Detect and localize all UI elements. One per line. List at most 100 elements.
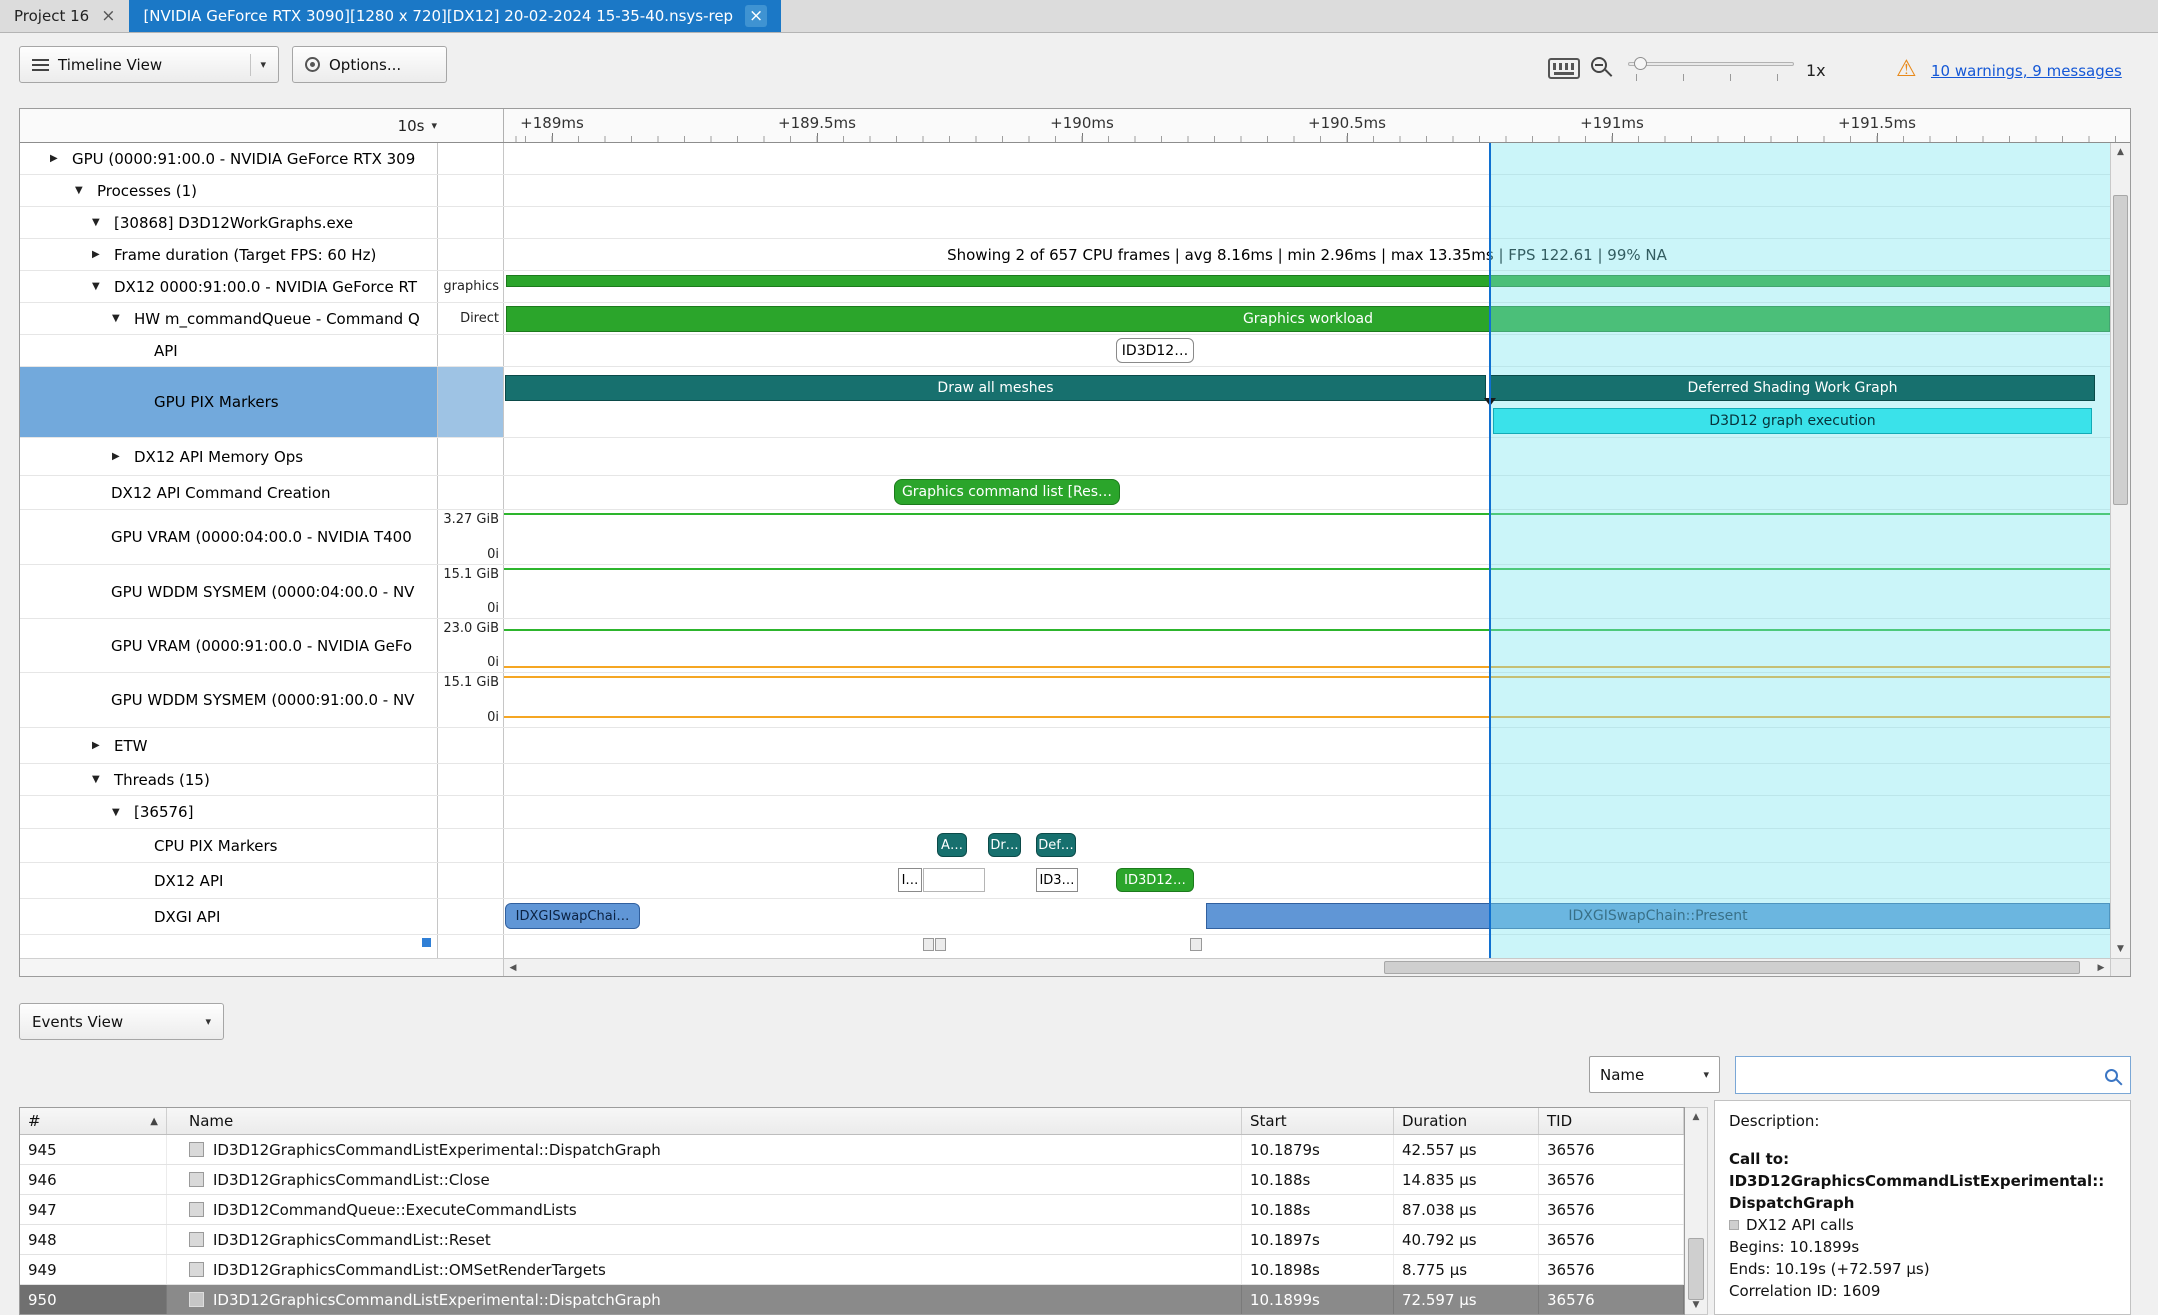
expander-icon[interactable]: ▼ bbox=[112, 807, 134, 818]
graphics-workload-bar[interactable]: Graphics workload bbox=[506, 306, 2110, 332]
track-name-cell: ▶ DX12 API Memory Ops bbox=[20, 438, 438, 475]
expander-icon[interactable]: ▼ bbox=[75, 185, 97, 196]
filter-column-dropdown[interactable]: Name ▾ bbox=[1589, 1056, 1720, 1093]
timeline-row-command-creation[interactable]: DX12 API Command Creation Graphics comma… bbox=[20, 476, 2110, 510]
tick-label: +189ms bbox=[520, 114, 584, 132]
timeline-row-dx12-device[interactable]: ▼ DX12 0000:91:00.0 - NVIDIA GeForce RT … bbox=[20, 271, 2110, 303]
dx12-call-box-2[interactable]: ID3… bbox=[1036, 868, 1078, 892]
timeline-row-thread-36576[interactable]: ▼ [36576] bbox=[20, 796, 2110, 829]
keyboard-icon[interactable] bbox=[1548, 58, 1580, 79]
view-selector-dropdown[interactable]: Timeline View ▾ bbox=[19, 46, 279, 83]
column-label: # bbox=[28, 1112, 41, 1130]
event-row-949[interactable]: 949 ID3D12GraphicsCommandList::OMSetRend… bbox=[20, 1255, 1684, 1285]
timeline-row-process-30868[interactable]: ▼ [30868] D3D12WorkGraphs.exe bbox=[20, 207, 2110, 239]
dx12-call-box-group[interactable] bbox=[923, 868, 985, 892]
timeline-row-gpu-device[interactable]: ▶ GPU (0000:91:00.0 - NVIDIA GeForce RTX… bbox=[20, 143, 2110, 175]
column-header-start[interactable]: Start bbox=[1242, 1108, 1394, 1134]
search-input[interactable] bbox=[1744, 1057, 2105, 1093]
cpu-pix-marker-2[interactable]: Dr… bbox=[988, 833, 1021, 857]
dxgi-swapchain-box[interactable]: IDXGISwapChai… bbox=[505, 903, 640, 929]
timeline-row-cpu-pix-markers[interactable]: CPU PIX Markers A… Dr… Def… bbox=[20, 829, 2110, 863]
cpu-pix-marker-3[interactable]: Def… bbox=[1036, 833, 1076, 857]
timeline-row-wddm-sysmem-91[interactable]: GPU WDDM SYSMEM (0000:91:00.0 - NV 15.1 … bbox=[20, 673, 2110, 728]
timeline-row-etw[interactable]: ▶ ETW bbox=[20, 728, 2110, 764]
event-mark[interactable] bbox=[1190, 938, 1202, 951]
scroll-up-icon[interactable]: ▲ bbox=[1685, 1108, 1707, 1126]
timeline-row-wddm-sysmem-04[interactable]: GPU WDDM SYSMEM (0000:04:00.0 - NV 15.1 … bbox=[20, 565, 2110, 619]
event-row-946[interactable]: 946 ID3D12GraphicsCommandList::Close 10.… bbox=[20, 1165, 1684, 1195]
column-header-duration[interactable]: Duration bbox=[1394, 1108, 1539, 1134]
dx12-call-box-1[interactable]: I… bbox=[898, 868, 922, 892]
column-header-name[interactable]: Name bbox=[167, 1108, 1242, 1134]
deferred-shading-marker[interactable]: Deferred Shading Work Graph bbox=[1490, 375, 2095, 401]
scroll-right-icon[interactable]: ▶ bbox=[2092, 959, 2110, 976]
timeline-row-dx12-api[interactable]: DX12 API I… ID3… ID3D12… bbox=[20, 863, 2110, 899]
dx12-call-box-3[interactable]: ID3D12… bbox=[1116, 868, 1194, 892]
event-mark[interactable] bbox=[935, 938, 946, 951]
timeline-cursor[interactable] bbox=[1489, 143, 1491, 958]
event-row-948[interactable]: 948 ID3D12GraphicsCommandList::Reset 10.… bbox=[20, 1225, 1684, 1255]
expander-icon[interactable]: ▼ bbox=[92, 281, 114, 292]
timeline-row-gpu-vram-t400[interactable]: GPU VRAM (0000:04:00.0 - NVIDIA T400 3.2… bbox=[20, 510, 2110, 565]
event-mark[interactable] bbox=[923, 938, 934, 951]
events-vertical-scrollbar[interactable]: ▲ ▼ bbox=[1685, 1107, 1708, 1315]
timescale-dropdown[interactable]: 10s ▾ bbox=[20, 109, 504, 142]
scroll-down-icon[interactable]: ▼ bbox=[1685, 1296, 1707, 1314]
timeline-row-gpu-pix-markers[interactable]: GPU PIX Markers Draw all meshes Deferred… bbox=[20, 367, 2110, 438]
graphics-track-bar[interactable] bbox=[506, 275, 2110, 287]
scrollbar-thumb[interactable] bbox=[1688, 1238, 1704, 1300]
track-name-cell: DXGI API bbox=[20, 899, 438, 934]
timeline-row-partial[interactable] bbox=[20, 935, 2110, 958]
d3d12-graph-execution-bar[interactable]: D3D12 graph execution bbox=[1493, 408, 2092, 434]
event-num: 945 bbox=[20, 1135, 167, 1164]
scroll-down-icon[interactable]: ▼ bbox=[2111, 940, 2130, 958]
timeline-row-gpu-vram-91[interactable]: GPU VRAM (0000:91:00.0 - NVIDIA GeFo 23.… bbox=[20, 619, 2110, 673]
search-icon[interactable] bbox=[2105, 1069, 2118, 1082]
timeline-vertical-scrollbar[interactable]: ▲ ▼ bbox=[2110, 143, 2130, 958]
column-header-tid[interactable]: TID bbox=[1539, 1108, 1684, 1134]
timeline-row-frame-duration[interactable]: ▶ Frame duration (Target FPS: 60 Hz) Sho… bbox=[20, 239, 2110, 271]
expander-icon[interactable]: ▶ bbox=[50, 153, 72, 164]
timeline-row-memory-ops[interactable]: ▶ DX12 API Memory Ops bbox=[20, 438, 2110, 476]
zoom-slider[interactable] bbox=[1628, 62, 1794, 81]
events-search-box[interactable] bbox=[1735, 1056, 2131, 1094]
draw-all-meshes-marker[interactable]: Draw all meshes bbox=[505, 375, 1486, 401]
event-row-947[interactable]: 947 ID3D12CommandQueue::ExecuteCommandLi… bbox=[20, 1195, 1684, 1225]
expander-icon[interactable]: ▼ bbox=[92, 774, 114, 785]
scrollbar-thumb[interactable] bbox=[1384, 961, 2080, 974]
timeline-row-threads[interactable]: ▼ Threads (15) bbox=[20, 764, 2110, 796]
timeline-row-processes[interactable]: ▼ Processes (1) bbox=[20, 175, 2110, 207]
slider-track[interactable] bbox=[1628, 62, 1794, 66]
expander-icon[interactable]: ▼ bbox=[92, 217, 114, 228]
timeline-row-command-queue[interactable]: ▼ HW m_commandQueue - Command Q Direct G… bbox=[20, 303, 2110, 335]
event-row-950-selected[interactable]: 950 ID3D12GraphicsCommandListExperimenta… bbox=[20, 1285, 1684, 1315]
track-value-cell bbox=[438, 438, 504, 475]
timeline-row-dxgi-api[interactable]: DXGI API IDXGISwapChai… IDXGISwapChain::… bbox=[20, 899, 2110, 935]
expander-icon[interactable]: ▼ bbox=[112, 313, 134, 324]
expander-icon[interactable]: ▶ bbox=[92, 740, 114, 751]
options-button[interactable]: Options... bbox=[292, 46, 447, 83]
expander-icon[interactable]: ▶ bbox=[112, 451, 134, 462]
events-view-dropdown[interactable]: Events View ▾ bbox=[19, 1003, 224, 1040]
timeline-horizontal-scrollbar[interactable]: ◀ ▶ bbox=[504, 958, 2110, 976]
cpu-pix-marker-1[interactable]: A… bbox=[937, 833, 967, 857]
timeline-row-api[interactable]: API ID3D12… bbox=[20, 335, 2110, 367]
api-call-box[interactable]: ID3D12… bbox=[1116, 338, 1194, 363]
close-icon[interactable]: × bbox=[745, 5, 767, 27]
event-row-945[interactable]: 945 ID3D12GraphicsCommandListExperimenta… bbox=[20, 1135, 1684, 1165]
close-icon[interactable]: × bbox=[101, 8, 115, 25]
scroll-up-icon[interactable]: ▲ bbox=[2111, 143, 2130, 161]
ruler-track[interactable]: +189ms +189.5ms +190ms +190.5ms +191ms +… bbox=[504, 109, 2130, 142]
scroll-left-icon[interactable]: ◀ bbox=[504, 959, 522, 976]
dxgi-present-bar[interactable]: IDXGISwapChain::Present bbox=[1206, 903, 2110, 929]
diagnostics-link[interactable]: 10 warnings, 9 messages bbox=[1931, 62, 2122, 80]
graphics-command-list-box[interactable]: Graphics command list [Res… bbox=[894, 479, 1120, 505]
expander-icon[interactable]: ▶ bbox=[92, 249, 114, 260]
tab-project[interactable]: Project 16 × bbox=[0, 0, 129, 32]
tab-report[interactable]: [NVIDIA GeForce RTX 3090][1280 x 720][DX… bbox=[129, 0, 781, 32]
slider-knob[interactable] bbox=[1634, 57, 1647, 70]
column-header-num[interactable]: # ▲ bbox=[20, 1108, 167, 1134]
scrollbar-thumb[interactable] bbox=[2113, 195, 2128, 505]
track-value-cell bbox=[438, 829, 504, 862]
zoom-out-icon[interactable] bbox=[1591, 57, 1607, 73]
